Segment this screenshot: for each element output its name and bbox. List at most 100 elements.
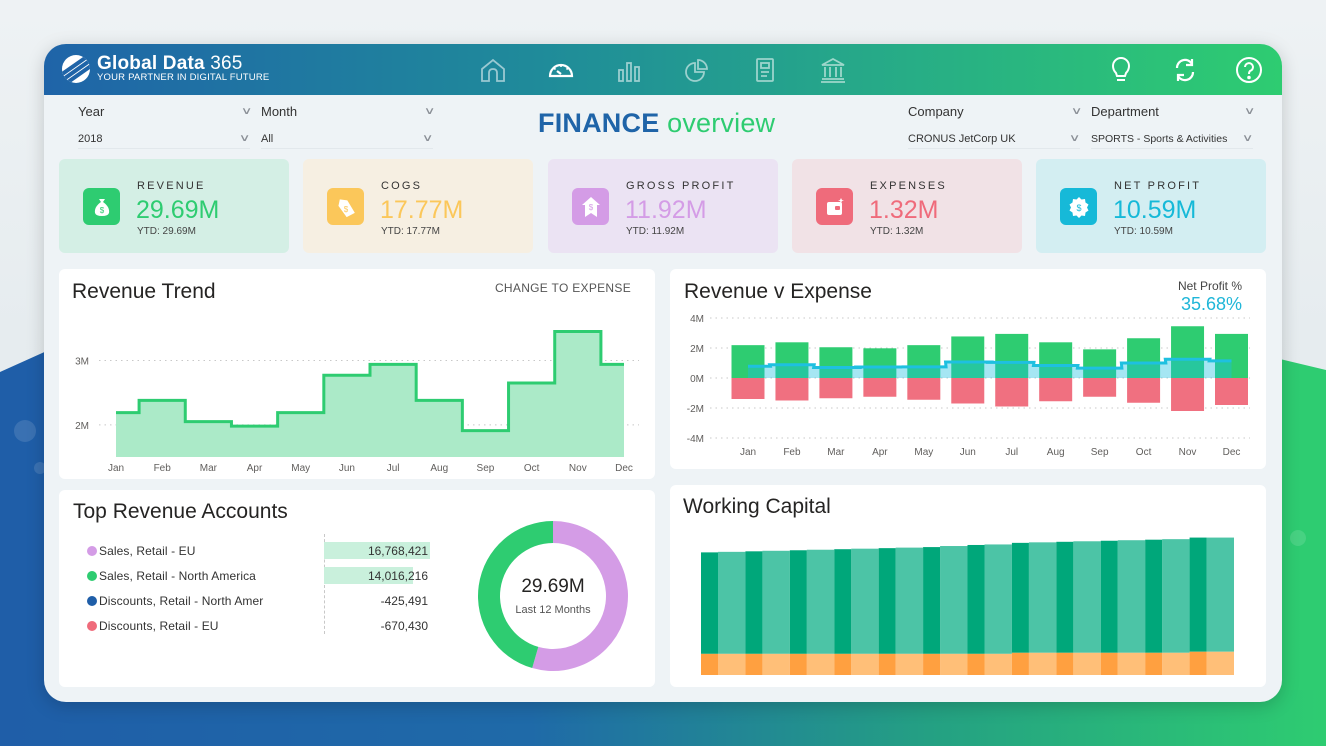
liabilities-bar	[1189, 651, 1207, 675]
x-tick-label: Nov	[569, 463, 587, 474]
expense-bar	[907, 378, 941, 400]
year-value: 2018	[78, 132, 103, 145]
chevron-down-icon: ∨	[421, 133, 434, 144]
year-filter-label: Year	[78, 103, 105, 119]
x-tick-label: Jun	[339, 463, 355, 474]
kpi-label: EXPENSES	[870, 180, 947, 192]
x-tick-label: Oct	[524, 463, 540, 474]
help-icon[interactable]	[1234, 55, 1264, 85]
table-row[interactable]: Sales, Retail - North America 14,016,216	[87, 563, 432, 588]
kpi-card-gross-profit[interactable]: $ GROSS PROFIT 11.92M YTD: 11.92M	[548, 159, 778, 253]
chevron-down-icon[interactable]: ∨	[423, 106, 435, 117]
donut-caption: Last 12 Months	[515, 604, 591, 616]
kpi-ytd: YTD: 17.77M	[381, 226, 440, 237]
liabilities-bar	[923, 653, 941, 675]
x-tick-label: Oct	[1136, 447, 1152, 458]
account-name: Discounts, Retail - EU	[99, 618, 219, 633]
working-capital-bar	[1100, 540, 1118, 653]
company-filter: Company ∨ CRONUS JetCorp UK ∨	[908, 101, 1082, 149]
table-row[interactable]: Discounts, Retail - North Amer -425,491	[87, 588, 432, 613]
legend-dot	[87, 595, 97, 606]
pie-chart-icon[interactable]	[682, 56, 712, 84]
kpi-card-expenses[interactable]: EXPENSES 1.32M YTD: 1.32M	[792, 159, 1022, 253]
expense-bar	[1083, 378, 1117, 397]
liabilities-band	[718, 653, 746, 675]
price-tag-icon: $	[327, 188, 364, 225]
x-tick-label: Dec	[1223, 447, 1241, 458]
working-capital-bar	[1189, 537, 1207, 652]
table-row[interactable]: Sales, Retail - EU 16,768,421	[87, 538, 432, 563]
legend-dot	[87, 570, 97, 581]
liabilities-bar	[701, 653, 718, 675]
x-tick-label: Feb	[783, 447, 801, 458]
kpi-card-net-profit[interactable]: $ NET PROFIT 10.59M YTD: 10.59M	[1036, 159, 1266, 253]
x-tick-label: Sep	[1091, 447, 1109, 458]
kpi-card-cogs[interactable]: $ COGS 17.77M YTD: 17.77M	[303, 159, 533, 253]
x-tick-label: Nov	[1179, 447, 1197, 458]
y-tick-label: 4M	[690, 314, 704, 325]
liabilities-band	[895, 653, 924, 675]
working-capital-band	[851, 548, 879, 654]
chevron-down-icon[interactable]: ∨	[1243, 106, 1255, 117]
liabilities-bar	[1056, 652, 1074, 675]
kpi-ytd: YTD: 1.32M	[870, 226, 924, 237]
liabilities-bar	[967, 653, 985, 675]
lightbulb-icon[interactable]	[1106, 55, 1136, 85]
expense-bar	[1127, 378, 1161, 403]
account-value: -670,430	[380, 619, 428, 633]
x-tick-label: Sep	[477, 463, 495, 474]
expense-bar	[995, 378, 1029, 407]
chevron-down-icon[interactable]: ∨	[1070, 106, 1082, 117]
kpi-card-revenue[interactable]: $ REVENUE 29.69M YTD: 29.69M	[59, 159, 289, 253]
account-name: Sales, Retail - EU	[99, 543, 196, 558]
department-value: SPORTS - Sports & Activities	[1091, 132, 1228, 145]
liabilities-band	[1162, 652, 1190, 675]
page-title-primary: FINANCE	[538, 108, 660, 138]
month-dropdown[interactable]: All ∨	[261, 129, 433, 149]
liabilities-bar	[789, 653, 807, 675]
refresh-icon[interactable]	[1170, 55, 1200, 85]
working-capital-band	[984, 544, 1012, 654]
bar-chart-icon[interactable]	[614, 56, 644, 84]
y-tick-label: -4M	[687, 434, 704, 445]
svg-text:$: $	[1076, 203, 1081, 213]
liabilities-bar	[834, 653, 852, 675]
toolbar	[1106, 55, 1264, 85]
kpi-value: 29.69M	[136, 196, 220, 224]
account-value-cell: 16,768,421	[324, 542, 430, 559]
department-dropdown[interactable]: SPORTS - Sports & Activities ∨	[1091, 129, 1253, 149]
department-filter: Department ∨ SPORTS - Sports & Activities…	[1091, 101, 1255, 149]
chevron-down-icon[interactable]: ∨	[240, 106, 252, 117]
working-capital-band	[1162, 539, 1190, 653]
working-capital-bar	[967, 544, 985, 654]
top-revenue-accounts-card: Top Revenue Accounts Sales, Retail - EU 1…	[59, 490, 655, 687]
account-value-cell: -670,430	[324, 617, 430, 634]
year-dropdown[interactable]: 2018 ∨	[78, 129, 250, 149]
company-dropdown[interactable]: CRONUS JetCorp UK ∨	[908, 129, 1080, 149]
brand-logo[interactable]: Global Data 365 YOUR PARTNER IN DIGITAL …	[62, 54, 269, 83]
account-value: -425,491	[380, 594, 428, 608]
x-tick-label: Mar	[200, 463, 218, 474]
y-tick-label: 2M	[690, 344, 704, 355]
expense-bar	[775, 378, 809, 401]
liabilities-band	[1117, 652, 1146, 675]
account-value-cell: 14,016,216	[324, 567, 430, 584]
money-bag-icon: $	[83, 188, 120, 225]
x-tick-label: Jun	[960, 447, 976, 458]
kpi-ytd: YTD: 10.59M	[1114, 226, 1173, 237]
working-capital-bar	[1056, 541, 1074, 653]
table-row[interactable]: Discounts, Retail - EU -670,430	[87, 613, 432, 638]
working-capital-band	[940, 546, 968, 654]
working-capital-chart: JanFebMarAprMayJunJulAugSepOctNovDec	[701, 537, 1234, 675]
document-icon[interactable]	[750, 56, 780, 84]
bank-icon[interactable]	[818, 56, 848, 84]
x-tick-label: Apr	[247, 463, 263, 474]
kpi-ytd: YTD: 29.69M	[137, 226, 196, 237]
revenue-trend-chart: 2M 3M Jan Feb Mar Apr May Jun Jul Aug Sep Oct Nov Dec	[75, 330, 639, 474]
chevron-down-icon: ∨	[1241, 133, 1254, 144]
decorative-dot	[14, 420, 36, 442]
brand-title: Global Data 365	[97, 53, 243, 74]
x-tick-label: Jan	[740, 447, 756, 458]
dashboard-gauge-icon[interactable]	[546, 56, 576, 84]
home-icon[interactable]	[478, 56, 508, 84]
